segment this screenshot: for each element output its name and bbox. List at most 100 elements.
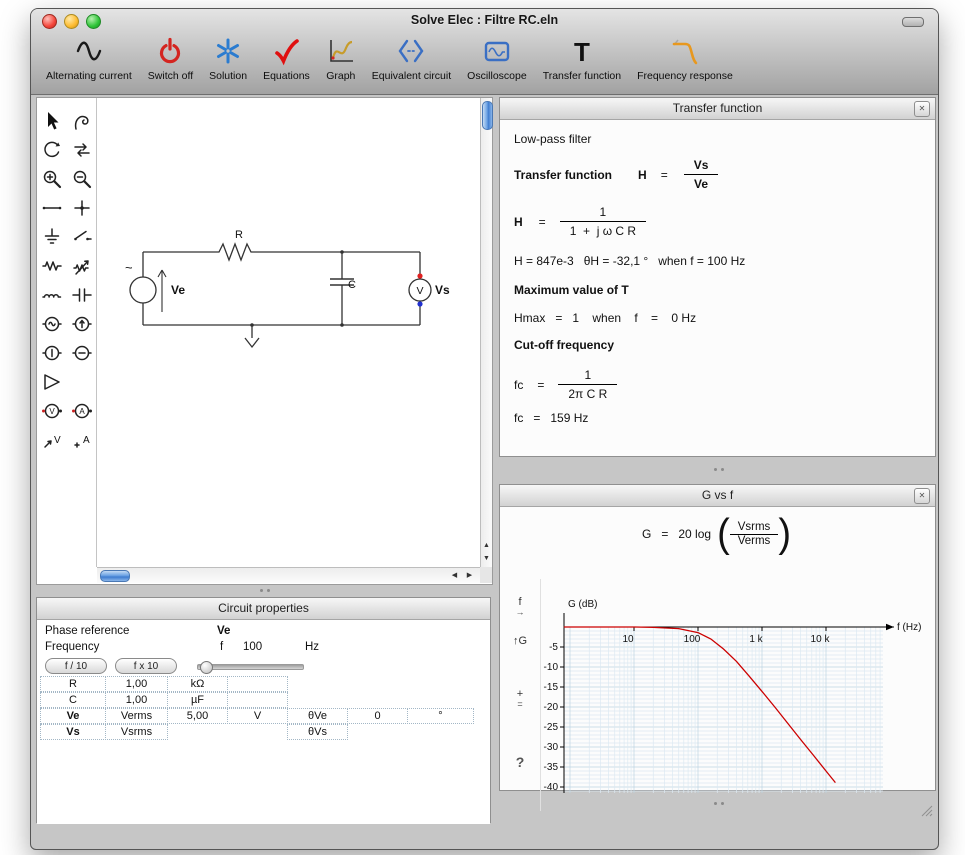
splitter-handle[interactable] — [714, 468, 724, 471]
scroll-right-arrow[interactable]: ▶ — [462, 569, 477, 582]
horizontal-scroll-thumb[interactable] — [100, 570, 130, 582]
table-cell[interactable]: µF — [167, 692, 228, 708]
resistor-tool[interactable] — [37, 251, 67, 280]
flip-tool[interactable] — [67, 135, 97, 164]
toolbar-item-alternating-current[interactable]: Alternating current — [41, 33, 137, 82]
ac-source-symbol: ~ — [125, 260, 133, 275]
fc-expression-fraction: 1 2π C R — [558, 368, 617, 401]
table-cell[interactable]: R — [40, 676, 106, 692]
log-factor: 20 log — [678, 527, 711, 541]
scroll-up-arrow[interactable]: ▲ — [481, 539, 492, 552]
table-cell[interactable]: 1,00 — [105, 692, 168, 708]
graph-options-button[interactable]: + = — [500, 689, 540, 708]
toolbar-item-equations[interactable]: Equations — [258, 33, 315, 82]
table-cell[interactable]: Ve — [40, 708, 106, 724]
current-source-tool[interactable] — [67, 309, 97, 338]
g-vs-f-header[interactable]: G vs f ✕ — [500, 485, 935, 507]
frequency-slider[interactable] — [197, 664, 304, 670]
scroll-down-arrow[interactable]: ▼ — [481, 552, 492, 565]
toolbar-item-transfer-function[interactable]: T Transfer function — [538, 33, 626, 82]
probe-tool[interactable] — [67, 106, 97, 135]
table-cell[interactable] — [227, 692, 288, 708]
toolbar-item-equivalent-circuit[interactable]: Equivalent circuit — [367, 33, 456, 82]
capacitor-label[interactable]: C — [348, 279, 356, 291]
table-cell[interactable]: 0 — [347, 708, 408, 724]
table-cell[interactable] — [227, 676, 288, 692]
toolbar-item-solution[interactable]: Solution — [204, 33, 252, 82]
voltage-label-tool[interactable]: V — [37, 425, 67, 454]
wire-tool[interactable] — [37, 193, 67, 222]
splitter-handle[interactable] — [714, 802, 724, 805]
toolbar-item-frequency-response[interactable]: Frequency response — [632, 33, 738, 82]
arrow-right-icon: → — [500, 608, 540, 616]
toolbar-item-oscilloscope[interactable]: Oscilloscope — [462, 33, 532, 82]
table-cell[interactable]: θVs — [287, 724, 348, 740]
fit-horizontal-button[interactable]: f → — [500, 597, 540, 616]
equals-sign: = — [661, 527, 668, 541]
controlled-source-tool[interactable] — [67, 338, 97, 367]
voltmeter-positive-terminal[interactable] — [417, 273, 422, 278]
toolbar-item-switch-off[interactable]: Switch off — [143, 33, 198, 82]
window-resize-grip[interactable] — [919, 803, 933, 822]
resistor-label[interactable]: R — [235, 229, 243, 241]
power-icon — [155, 33, 185, 69]
input-voltage-label[interactable]: Ve — [171, 283, 185, 297]
titlebar[interactable]: Solve Elec : Filtre RC.eln — [31, 9, 938, 31]
toolbar-toggle-button[interactable] — [902, 17, 924, 27]
table-cell[interactable]: ° — [407, 708, 474, 724]
circuit-canvas[interactable]: ~ R C Ve Vs V — [97, 98, 480, 567]
phase-reference-value[interactable]: Ve — [217, 625, 230, 637]
amplifier-tool[interactable] — [37, 367, 67, 396]
zoom-in-tool[interactable] — [37, 164, 67, 193]
svg-text:A: A — [83, 435, 90, 446]
close-panel-button[interactable]: ✕ — [914, 488, 930, 504]
table-cell[interactable]: 1,00 — [105, 676, 168, 692]
transfer-function-header[interactable]: Transfer function ✕ — [500, 98, 935, 120]
table-cell[interactable]: Verms — [105, 708, 168, 724]
switch-tool[interactable] — [67, 222, 97, 251]
frequency-slider-thumb[interactable] — [200, 661, 213, 674]
output-voltage-label[interactable]: Vs — [435, 283, 450, 297]
splitter-handle[interactable] — [260, 589, 270, 592]
toolbar-item-graph[interactable]: Graph — [321, 33, 361, 82]
svg-text:V: V — [54, 435, 61, 446]
frequency-value[interactable]: 100 — [243, 641, 262, 653]
voltmeter-tool[interactable]: V — [37, 396, 67, 425]
close-panel-button[interactable]: ✕ — [914, 101, 930, 117]
rheostat-tool[interactable] — [67, 251, 97, 280]
frequency-mul10-button[interactable]: f x 10 — [115, 658, 177, 674]
circuit-properties-header[interactable]: Circuit properties — [37, 598, 490, 620]
toolbar-label: Transfer function — [543, 70, 621, 82]
table-cell[interactable]: V — [227, 708, 288, 724]
table-cell[interactable]: 5,00 — [167, 708, 228, 724]
fit-vertical-button[interactable]: ↑G — [500, 636, 540, 647]
voltage-source-tool[interactable] — [37, 338, 67, 367]
junction-dot — [340, 250, 344, 254]
rotate-tool[interactable] — [37, 135, 67, 164]
svg-text:10 k: 10 k — [811, 634, 831, 645]
fit-vertical-label: G — [518, 635, 527, 647]
scroll-left-arrow[interactable]: ◀ — [447, 569, 462, 582]
equals-sign: = — [537, 378, 544, 392]
vertical-scroll-thumb[interactable] — [482, 101, 493, 130]
voltmeter-negative-terminal[interactable] — [417, 301, 422, 306]
table-cell[interactable]: θVe — [287, 708, 348, 724]
horizontal-scrollbar[interactable]: ◀ ▶ — [97, 567, 480, 583]
inductor-tool[interactable] — [37, 280, 67, 309]
current-label-tool[interactable]: A — [67, 425, 97, 454]
node-tool[interactable] — [67, 193, 97, 222]
table-cell[interactable]: Vs — [40, 724, 106, 740]
pointer-tool[interactable] — [37, 106, 67, 135]
vertical-scrollbar[interactable]: ▲ ▼ — [480, 98, 492, 567]
capacitor-tool[interactable] — [67, 280, 97, 309]
ac-source-tool[interactable] — [37, 309, 67, 338]
table-cell[interactable]: C — [40, 692, 106, 708]
table-cell[interactable]: Vsrms — [105, 724, 168, 740]
frequency-div10-button[interactable]: f / 10 — [45, 658, 107, 674]
panel-title: G vs f — [702, 488, 733, 502]
ammeter-tool[interactable]: A — [67, 396, 97, 425]
table-cell[interactable]: kΩ — [167, 676, 228, 692]
ground-tool[interactable] — [37, 222, 67, 251]
zoom-out-tool[interactable] — [67, 164, 97, 193]
help-button[interactable]: ? — [500, 757, 540, 768]
